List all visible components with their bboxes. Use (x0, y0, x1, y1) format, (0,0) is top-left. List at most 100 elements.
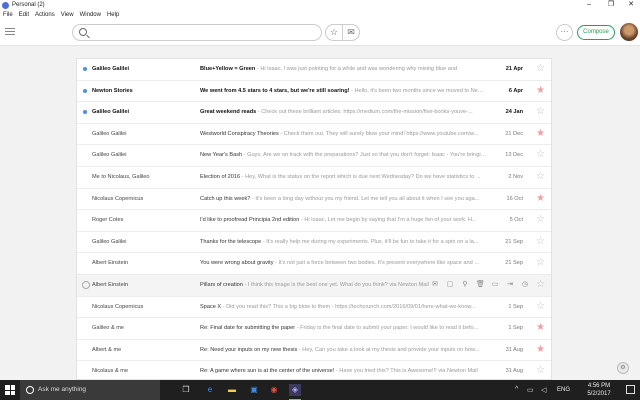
email-subject: Pillars of creation (200, 281, 243, 288)
star-icon[interactable]: ★ (536, 193, 545, 205)
star-icon[interactable]: ★ (536, 322, 545, 334)
task-view-icon[interactable]: ❒ (180, 384, 192, 396)
email-subject: Westworld Conspiracy Theories (200, 130, 279, 137)
email-snippet: - Check them out. They will surely blow … (278, 130, 479, 137)
star-icon[interactable]: ☆ (536, 171, 545, 183)
avatar[interactable] (620, 23, 638, 41)
search-input[interactable] (93, 27, 313, 38)
email-sender: Galileo Galilei (92, 66, 129, 72)
star-icon[interactable]: ☆ (536, 149, 545, 161)
email-date: 5 Oct (509, 217, 523, 224)
email-snippet: - Guys, Are we on track with the prepara… (242, 152, 487, 159)
file-explorer-icon[interactable]: ▬ (226, 384, 238, 396)
clock-icon[interactable]: ◷ (521, 280, 529, 290)
restore-icon[interactable]: ❐ (604, 0, 618, 10)
star-icon[interactable]: ☆ (536, 214, 545, 226)
window-titlebar: Personal (2) – ❐ ✕ (0, 0, 640, 10)
star-icon[interactable]: ☆ (536, 257, 545, 269)
email-sender: Albert Einstein (92, 281, 129, 288)
unread-filter-envelope-icon[interactable]: ✉ (342, 24, 360, 41)
menu-view[interactable]: View (61, 12, 74, 18)
hamburger-menu-icon[interactable] (5, 28, 15, 37)
email-row[interactable]: Galileo Galilei Blue+Yellow = Green - Hi … (77, 59, 551, 81)
store-icon[interactable]: ▣ (248, 384, 260, 396)
email-row[interactable]: Galileo Galilei New Year's Bash - Guys, A… (77, 145, 551, 167)
starred-filter-star-icon[interactable]: ☆ (325, 24, 343, 41)
email-row[interactable]: Albert & me Re: Need your inputs on my ne… (77, 340, 551, 362)
mail-icon[interactable]: ✉ (431, 280, 439, 290)
email-subject: Blue+Yellow = Green (200, 66, 256, 72)
email-subject: Great weekend reads (200, 109, 257, 116)
email-preview: Blue+Yellow = Green - Hi Isaac, I was ju… (200, 66, 487, 72)
menu-actions[interactable]: Actions (35, 12, 55, 18)
menu-help[interactable]: Help (107, 12, 119, 18)
move-icon[interactable]: ⇥ (506, 280, 514, 290)
unread-dot-icon (83, 67, 87, 71)
close-icon[interactable]: ✕ (624, 0, 638, 10)
email-date: 16 Oct (506, 195, 523, 202)
compose-button[interactable]: Compose (577, 25, 615, 40)
tray-up-arrow-icon[interactable]: ^ (515, 386, 518, 393)
email-subject: I'd like to proofread Principia 2nd edit… (200, 217, 300, 224)
email-row[interactable]: Galileo & me Re: Final date for submittin… (77, 318, 551, 340)
email-row[interactable]: Nicolaus & me Re: A game where sun is at … (77, 361, 551, 379)
email-preview: Election of 2016 - Hey, What is the stat… (200, 174, 487, 180)
email-sender: Nicolaus Copernicus (92, 195, 144, 202)
email-row[interactable]: Galileo Galilei Westworld Conspiracy Theo… (77, 124, 551, 146)
cortana-icon (26, 386, 34, 394)
email-snippet: - It's not just a force between two bodi… (273, 260, 479, 267)
windows-start-icon[interactable] (5, 385, 15, 395)
email-row[interactable]: Albert Einstein Pillars of creation - I t… (77, 274, 551, 297)
settings-icon[interactable]: ⚙ (617, 362, 629, 374)
image-icon[interactable]: ▢ (446, 280, 454, 290)
clock[interactable]: 4:56 PM 5/2/2017 (577, 382, 621, 398)
minimize-icon[interactable]: – (582, 0, 596, 10)
star-icon[interactable]: ☆ (536, 106, 545, 118)
clock-time: 4:56 PM (587, 383, 611, 389)
trash-icon[interactable]: 🗑 (476, 280, 485, 290)
network-icon[interactable]: ▭ (527, 386, 534, 394)
email-row[interactable]: Galileo Galilei Great weekend reads - Che… (77, 102, 551, 124)
email-date: 21 Dec (505, 130, 523, 137)
action-center-icon[interactable] (626, 385, 635, 394)
star-icon[interactable]: ☆ (536, 63, 545, 75)
email-sender: Newton Stories (92, 87, 133, 94)
star-icon[interactable]: ☆ (536, 301, 545, 313)
star-icon[interactable]: ☆ (536, 279, 545, 291)
select-checkbox[interactable] (82, 280, 90, 289)
email-subject: Re: A game where sun is at the center of… (200, 368, 335, 375)
star-icon[interactable]: ★ (536, 128, 545, 140)
star-icon[interactable]: ☆ (536, 365, 545, 377)
email-row[interactable]: Me to Nicolaus, Galileo Election of 2016 … (77, 167, 551, 189)
menu-file[interactable]: File (3, 12, 13, 18)
volume-icon[interactable]: ◁ (541, 386, 546, 394)
email-row[interactable]: Roger Cotes I'd like to proofread Princip… (77, 210, 551, 232)
pin-icon[interactable]: ⚲ (461, 280, 469, 290)
star-icon[interactable]: ★ (536, 85, 545, 97)
row-hover-actions: ✉ ▢ ⚲ 🗑 ▭ ⇥ ◷ (424, 280, 529, 290)
star-icon[interactable]: ★ (536, 344, 545, 356)
star-icon[interactable]: ☆ (536, 236, 545, 248)
email-subject: Space X (200, 303, 222, 310)
newton-mail-icon[interactable]: ◈ (289, 384, 301, 400)
folder-icon[interactable]: ▭ (491, 280, 499, 290)
email-row[interactable]: Newton Stories We went from 4.5 stars to … (77, 81, 551, 103)
edge-browser-icon[interactable]: e (204, 384, 216, 396)
email-sender: Galileo Galilei (92, 130, 127, 137)
taskbar-search[interactable]: Ask me anything (20, 380, 160, 400)
email-row[interactable]: Nicolaus Copernicus Space X - Did you rea… (77, 297, 551, 319)
email-preview: You were wrong about gravity - It's not … (200, 260, 487, 266)
email-row[interactable]: Galileo Galilei Thanks for the telescope … (77, 232, 551, 254)
email-preview: We went from 4.5 stars to 4 stars, but w… (200, 88, 487, 94)
app-icon (2, 1, 9, 9)
email-preview: I'd like to proofread Principia 2nd edit… (200, 217, 487, 223)
email-row[interactable]: Albert Einstein You were wrong about grav… (77, 253, 551, 275)
search-bar[interactable] (72, 24, 322, 41)
language-indicator[interactable]: ENG (557, 387, 570, 393)
chrome-icon[interactable]: ◉ (268, 384, 280, 396)
menu-window[interactable]: Window (80, 12, 101, 18)
menu-edit[interactable]: Edit (19, 12, 29, 18)
email-row[interactable]: Nicolaus Copernicus Catch up this week? -… (77, 189, 551, 211)
more-options-icon[interactable]: ··· (556, 24, 573, 41)
email-preview: Thanks for the telescope - It's really h… (200, 239, 487, 245)
